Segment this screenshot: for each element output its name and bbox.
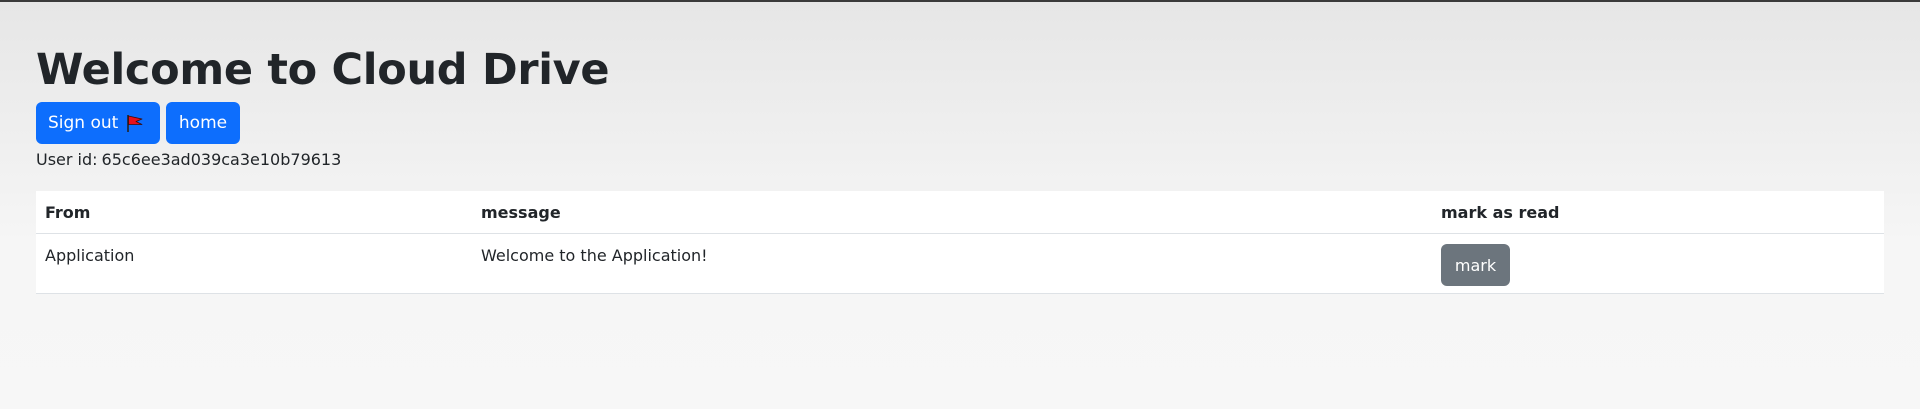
- table-row: Application Welcome to the Application! …: [36, 233, 1884, 294]
- mark-button[interactable]: mark: [1441, 244, 1510, 286]
- cell-action: mark: [1432, 233, 1884, 294]
- cell-from: Application: [36, 233, 472, 294]
- table-header-row: From message mark as read: [36, 191, 1884, 234]
- action-buttons: Sign out home: [36, 102, 1884, 144]
- cell-message: Welcome to the Application!: [472, 233, 1432, 294]
- user-id-label: User id:: [36, 150, 98, 169]
- user-id-line: User id: 65c6ee3ad039ca3e10b79613: [36, 149, 1884, 171]
- home-button[interactable]: home: [166, 102, 240, 144]
- main-container: Welcome to Cloud Drive Sign out home Use…: [36, 40, 1884, 294]
- header-message: message: [472, 191, 1432, 234]
- flag-icon: [125, 113, 145, 133]
- page-title: Welcome to Cloud Drive: [36, 45, 610, 95]
- user-id-value: 65c6ee3ad039ca3e10b79613: [101, 150, 342, 169]
- header-from: From: [36, 191, 472, 234]
- header-mark-as-read: mark as read: [1432, 191, 1884, 234]
- sign-out-label: Sign out: [48, 113, 119, 133]
- sign-out-button[interactable]: Sign out: [36, 102, 160, 144]
- messages-table: From message mark as read Application We…: [36, 191, 1884, 294]
